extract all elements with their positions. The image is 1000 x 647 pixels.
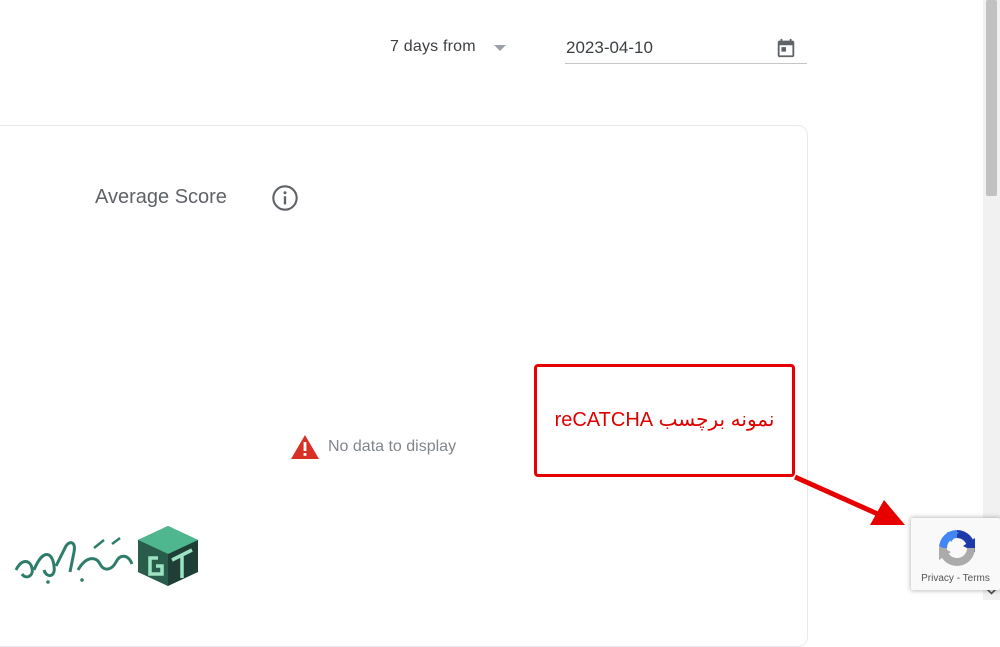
date-range-dropdown[interactable]: 7 days from (390, 34, 506, 60)
empty-state: No data to display (290, 434, 456, 460)
date-value: 2023-04-10 (566, 38, 653, 57)
annotation-label: نمونه برچسب reCATCHA (554, 409, 775, 431)
empty-message: No data to display (328, 438, 457, 455)
recaptcha-badge[interactable]: Privacy - Terms (911, 518, 1000, 590)
watermark-logo (14, 526, 198, 586)
terms-link[interactable]: Terms (963, 573, 990, 584)
info-icon[interactable] (271, 184, 299, 212)
recaptcha-links: Privacy - Terms (911, 573, 1000, 584)
privacy-link[interactable]: Privacy (921, 573, 954, 584)
annotation-box: نمونه برچسب reCATCHA (534, 364, 795, 477)
scrollbar-thumb[interactable] (986, 0, 997, 196)
warning-icon (291, 435, 319, 459)
card-title: Average Score (95, 186, 227, 208)
calendar-icon[interactable] (775, 37, 797, 59)
date-input[interactable]: 2023-04-10 (565, 32, 807, 64)
scrollbar[interactable] (983, 0, 1000, 600)
links-separator: - (953, 573, 963, 584)
chevron-down-icon (493, 45, 506, 51)
recaptcha-logo-icon (939, 530, 975, 566)
date-range-label: 7 days from (390, 38, 476, 55)
